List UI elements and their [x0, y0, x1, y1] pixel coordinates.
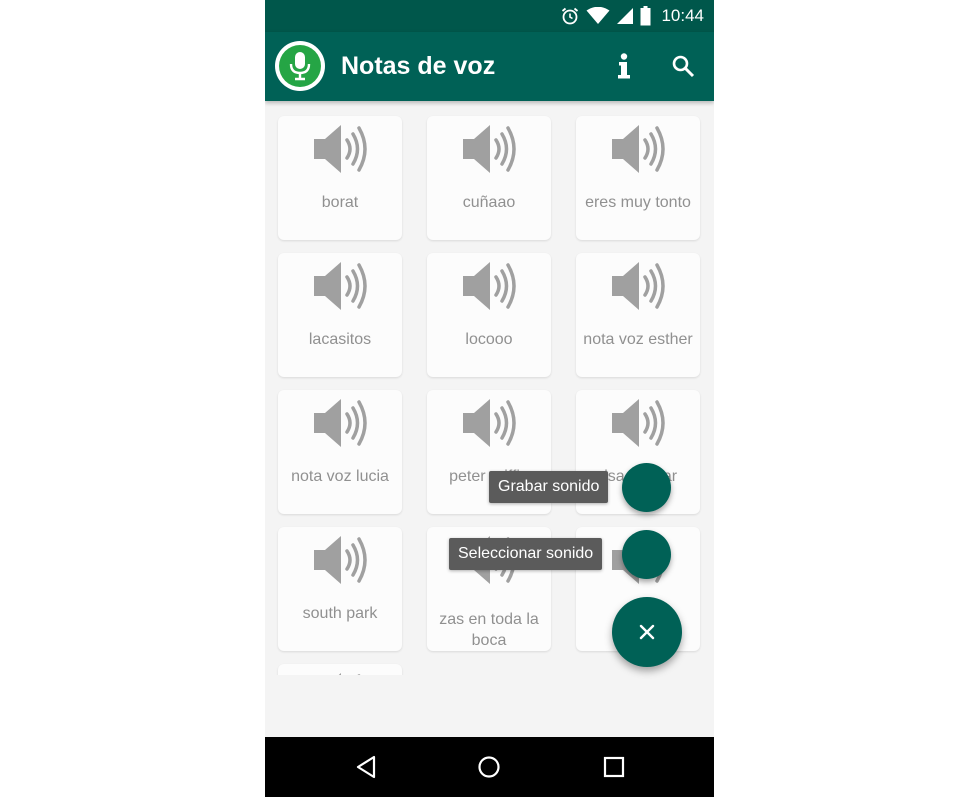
- record-sound-label[interactable]: Grabar sonido: [489, 471, 609, 503]
- app-logo: [275, 41, 325, 91]
- alarm-icon: [562, 7, 579, 25]
- app-title: Notas de voz: [341, 52, 496, 80]
- battery-icon: [640, 6, 651, 26]
- nav-home-button[interactable]: [474, 752, 504, 782]
- home-icon: [478, 756, 500, 778]
- info-icon: [618, 53, 630, 79]
- navigation-bar: [265, 737, 714, 797]
- search-icon: [672, 55, 695, 78]
- nav-back-button[interactable]: [351, 752, 381, 782]
- wifi-icon: [586, 7, 610, 24]
- search-button[interactable]: [669, 52, 697, 80]
- signal-icon: [617, 8, 634, 24]
- back-icon: [356, 755, 376, 779]
- recents-icon: [603, 756, 625, 778]
- phone-screen: 10:44 Notas de voz borat cuñaao eres muy…: [265, 0, 714, 797]
- fab-close-button[interactable]: [612, 597, 682, 667]
- app-bar: Notas de voz: [265, 32, 714, 101]
- clock: 10:44: [661, 6, 704, 25]
- select-sound-button[interactable]: [622, 530, 671, 579]
- info-button[interactable]: [611, 51, 637, 81]
- status-bar: 10:44: [265, 0, 714, 32]
- record-sound-button[interactable]: [622, 463, 671, 512]
- nav-recents-button[interactable]: [599, 752, 629, 782]
- microphone-icon: [289, 52, 311, 81]
- select-sound-label[interactable]: Seleccionar sonido: [449, 538, 603, 570]
- close-icon: [639, 624, 655, 640]
